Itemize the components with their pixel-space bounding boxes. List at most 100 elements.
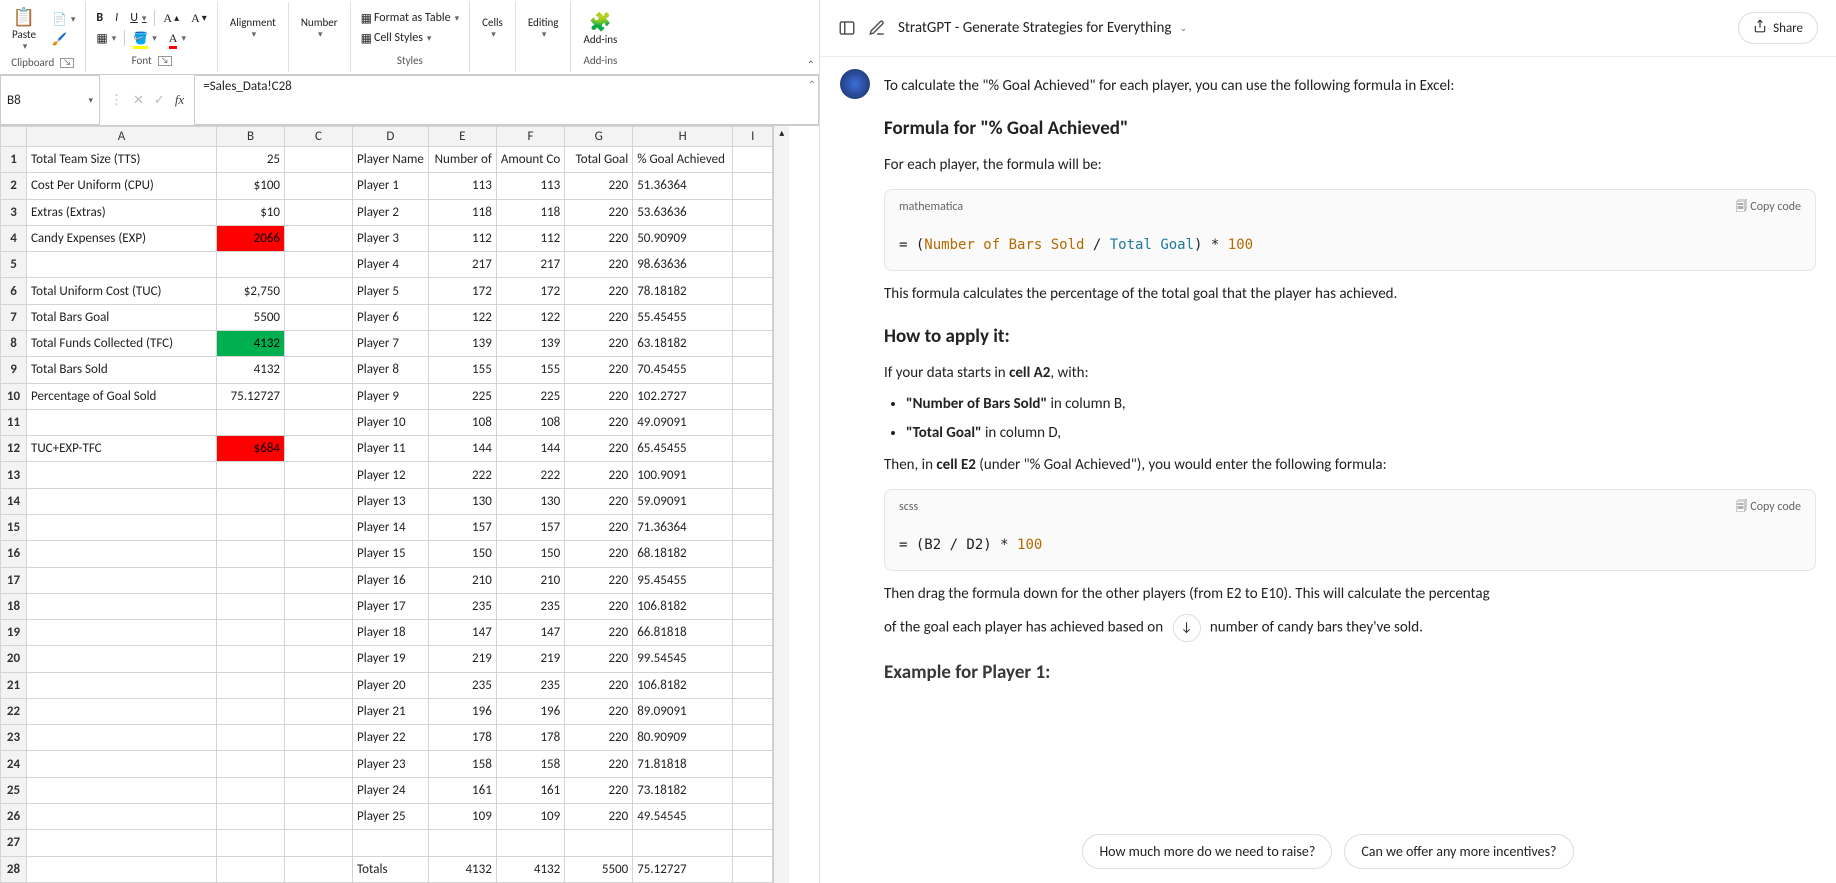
cell[interactable]: 220 — [565, 383, 633, 409]
cell[interactable] — [633, 830, 733, 856]
chat-title[interactable]: StratGPT - Generate Strategies for Every… — [898, 19, 1187, 37]
column-header[interactable]: I — [733, 127, 773, 147]
column-header[interactable]: D — [353, 127, 429, 147]
row-header[interactable]: 10 — [1, 383, 27, 409]
cell[interactable]: 25 — [217, 147, 285, 173]
cell[interactable]: 220 — [565, 199, 633, 225]
cell[interactable] — [428, 830, 496, 856]
cell[interactable]: 139 — [496, 330, 564, 356]
cell[interactable] — [27, 856, 217, 882]
cell[interactable]: 75.12727 — [217, 383, 285, 409]
cell[interactable] — [733, 541, 773, 567]
cell[interactable]: Player Name — [353, 147, 429, 173]
fill-color-button[interactable]: 🪣▾ — [129, 30, 160, 47]
scroll-down-button[interactable]: ↓ — [1173, 614, 1201, 642]
cell[interactable]: 220 — [565, 225, 633, 251]
cell[interactable] — [285, 856, 353, 882]
cell[interactable]: 158 — [496, 751, 564, 777]
cell[interactable]: Player 22 — [353, 725, 429, 751]
cell[interactable]: 109 — [496, 804, 564, 830]
sidebar-toggle-icon[interactable] — [838, 19, 856, 37]
cell[interactable] — [733, 304, 773, 330]
cell[interactable]: Total Funds Collected (TFC) — [27, 330, 217, 356]
cell[interactable]: 51.36364 — [633, 173, 733, 199]
cell[interactable]: Player 3 — [353, 225, 429, 251]
cell[interactable]: 220 — [565, 751, 633, 777]
cell[interactable] — [27, 567, 217, 593]
cell[interactable]: 108 — [496, 409, 564, 435]
cell[interactable] — [217, 856, 285, 882]
cell[interactable] — [733, 672, 773, 698]
cell[interactable]: 178 — [428, 725, 496, 751]
row-header[interactable]: 4 — [1, 225, 27, 251]
cell[interactable] — [285, 383, 353, 409]
shrink-font-button[interactable]: A▾ — [187, 10, 211, 27]
cell[interactable] — [285, 514, 353, 540]
cell[interactable]: 172 — [428, 278, 496, 304]
cell[interactable]: Player 20 — [353, 672, 429, 698]
cell[interactable]: 4132 — [217, 330, 285, 356]
cell[interactable] — [27, 698, 217, 724]
row-header[interactable]: 3 — [1, 199, 27, 225]
cell[interactable]: 49.09091 — [633, 409, 733, 435]
cell[interactable]: 70.45455 — [633, 357, 733, 383]
cell[interactable]: Player 21 — [353, 698, 429, 724]
cell[interactable]: 71.81818 — [633, 751, 733, 777]
cell[interactable] — [27, 751, 217, 777]
italic-button[interactable]: I — [111, 10, 122, 26]
row-header[interactable]: 15 — [1, 514, 27, 540]
cell[interactable]: Total Bars Sold — [27, 357, 217, 383]
cell[interactable]: 220 — [565, 409, 633, 435]
cell[interactable] — [285, 620, 353, 646]
cell[interactable]: Total Goal — [565, 147, 633, 173]
cell[interactable] — [733, 278, 773, 304]
cell[interactable] — [285, 409, 353, 435]
cell[interactable]: Player 14 — [353, 514, 429, 540]
cell[interactable]: 78.18182 — [633, 278, 733, 304]
cell[interactable]: 122 — [428, 304, 496, 330]
cell[interactable]: 130 — [428, 488, 496, 514]
cell[interactable]: 5500 — [565, 856, 633, 882]
enter-formula-icon[interactable]: ✓ — [154, 93, 165, 108]
cell[interactable] — [27, 804, 217, 830]
number-button[interactable]: Number▾ — [295, 14, 344, 42]
cell[interactable] — [217, 698, 285, 724]
vertical-scrollbar[interactable]: ▴ — [773, 126, 789, 883]
cell[interactable]: 220 — [565, 672, 633, 698]
row-header[interactable]: 20 — [1, 646, 27, 672]
cell[interactable] — [285, 225, 353, 251]
cell[interactable]: 235 — [428, 672, 496, 698]
cell[interactable]: 196 — [428, 698, 496, 724]
cell[interactable]: Player 9 — [353, 383, 429, 409]
cell[interactable] — [733, 777, 773, 803]
cell[interactable]: 75.12727 — [633, 856, 733, 882]
cell[interactable] — [217, 514, 285, 540]
cell[interactable]: 100.9091 — [633, 462, 733, 488]
cell[interactable] — [217, 462, 285, 488]
cell[interactable] — [217, 252, 285, 278]
column-header[interactable]: F — [496, 127, 564, 147]
format-painter-button[interactable]: 🖌️ — [48, 31, 79, 48]
cell[interactable]: Player 1 — [353, 173, 429, 199]
cell[interactable] — [27, 620, 217, 646]
cell[interactable]: Extras (Extras) — [27, 199, 217, 225]
cell[interactable]: 220 — [565, 514, 633, 540]
formula-expand-icon[interactable]: ⌃ — [808, 78, 816, 91]
cell[interactable] — [733, 357, 773, 383]
collapse-ribbon-icon[interactable]: ⌃ — [807, 58, 815, 71]
cell[interactable] — [217, 541, 285, 567]
cell[interactable]: 220 — [565, 330, 633, 356]
cell[interactable] — [733, 225, 773, 251]
cell[interactable] — [733, 383, 773, 409]
row-header[interactable]: 9 — [1, 357, 27, 383]
scroll-up-icon[interactable]: ▴ — [774, 126, 789, 139]
cell[interactable]: 144 — [496, 436, 564, 462]
row-header[interactable]: 2 — [1, 173, 27, 199]
cell[interactable]: Player 8 — [353, 357, 429, 383]
cell[interactable]: 102.2727 — [633, 383, 733, 409]
cell[interactable]: 59.09091 — [633, 488, 733, 514]
cell[interactable]: 161 — [496, 777, 564, 803]
cell[interactable]: Total Team Size (TTS) — [27, 147, 217, 173]
cell[interactable]: 112 — [496, 225, 564, 251]
cell[interactable]: Player 17 — [353, 593, 429, 619]
